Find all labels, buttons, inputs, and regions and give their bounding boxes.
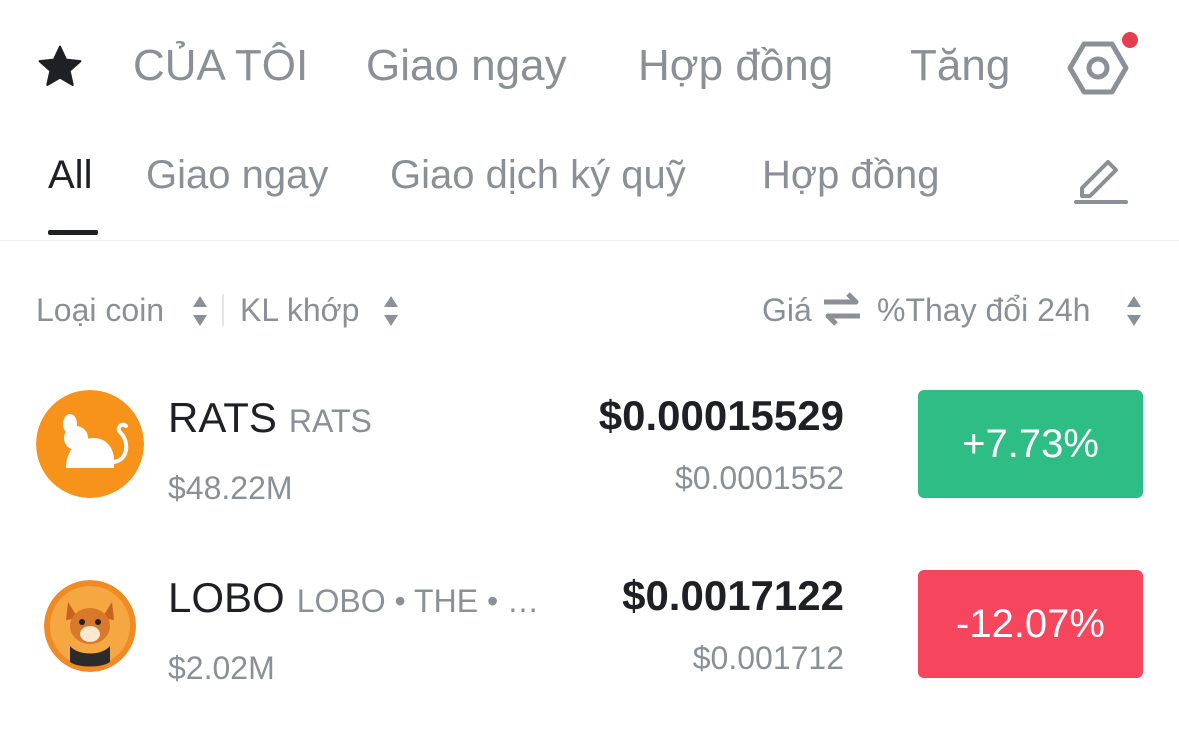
coin-tag: RATS — [288, 403, 372, 439]
lobo-logo-icon — [44, 580, 136, 672]
coin-symbol: RATS — [168, 394, 277, 441]
top-navigation: CỦA TÔI Giao ngay Hợp đồng Tăng — [0, 0, 1179, 130]
coin-symbol: LOBO — [168, 574, 285, 621]
star-icon[interactable] — [34, 42, 86, 92]
active-tab-indicator — [48, 230, 98, 235]
sort-icon[interactable] — [382, 294, 400, 328]
tab-favorites[interactable]: CỦA TÔI — [133, 38, 308, 94]
swap-icon[interactable] — [822, 291, 862, 327]
subtab-spot[interactable]: Giao ngay — [146, 150, 328, 200]
header-volume[interactable]: KL khớp — [240, 290, 359, 330]
coin-price: $0.0017122 — [622, 572, 844, 619]
tab-gainers[interactable]: Tăng — [910, 38, 1010, 94]
tab-futures[interactable]: Hợp đồng — [638, 38, 833, 94]
coin-volume: $2.02M — [168, 650, 275, 686]
coin-price: $0.00015529 — [598, 392, 844, 439]
header-coin[interactable]: Loại coin — [36, 290, 164, 330]
tab-spot[interactable]: Giao ngay — [366, 38, 567, 94]
column-headers: Loại coin KL khớp Giá %Thay đổi 24h — [0, 282, 1179, 338]
coin-name: LOBO LOBO • THE • … — [168, 572, 539, 627]
coin-price-usd: $0.0001552 — [674, 460, 844, 496]
table-row[interactable]: RATS RATS $48.22M $0.00015529 $0.0001552 … — [0, 390, 1179, 540]
coin-name: RATS RATS — [168, 392, 372, 447]
subtab-margin[interactable]: Giao dịch ký quỹ — [390, 150, 686, 200]
coin-volume: $48.22M — [168, 470, 293, 506]
subtab-all[interactable]: All — [48, 150, 92, 200]
notification-dot — [1122, 32, 1138, 48]
sort-icon[interactable] — [1125, 294, 1143, 328]
change-badge[interactable]: -12.07% — [918, 570, 1143, 678]
header-price[interactable]: Giá — [762, 290, 812, 330]
header-change[interactable]: %Thay đổi 24h — [877, 290, 1090, 330]
sort-icon[interactable] — [191, 294, 209, 328]
rats-logo-icon — [36, 390, 144, 498]
edit-pencil-icon[interactable] — [1072, 148, 1130, 206]
subtab-futures[interactable]: Hợp đồng — [762, 150, 939, 200]
header-separator — [222, 294, 224, 326]
sub-tabs: All Giao ngay Giao dịch ký quỹ Hợp đồng — [0, 130, 1179, 241]
table-row[interactable]: LOBO LOBO • THE • … $2.02M $0.0017122 $0.… — [0, 570, 1179, 720]
change-badge[interactable]: +7.73% — [918, 390, 1143, 498]
coin-tag: LOBO • THE • … — [296, 583, 540, 619]
settings-hexagon-icon[interactable] — [1066, 38, 1130, 98]
coin-price-usd: $0.001712 — [692, 640, 844, 676]
